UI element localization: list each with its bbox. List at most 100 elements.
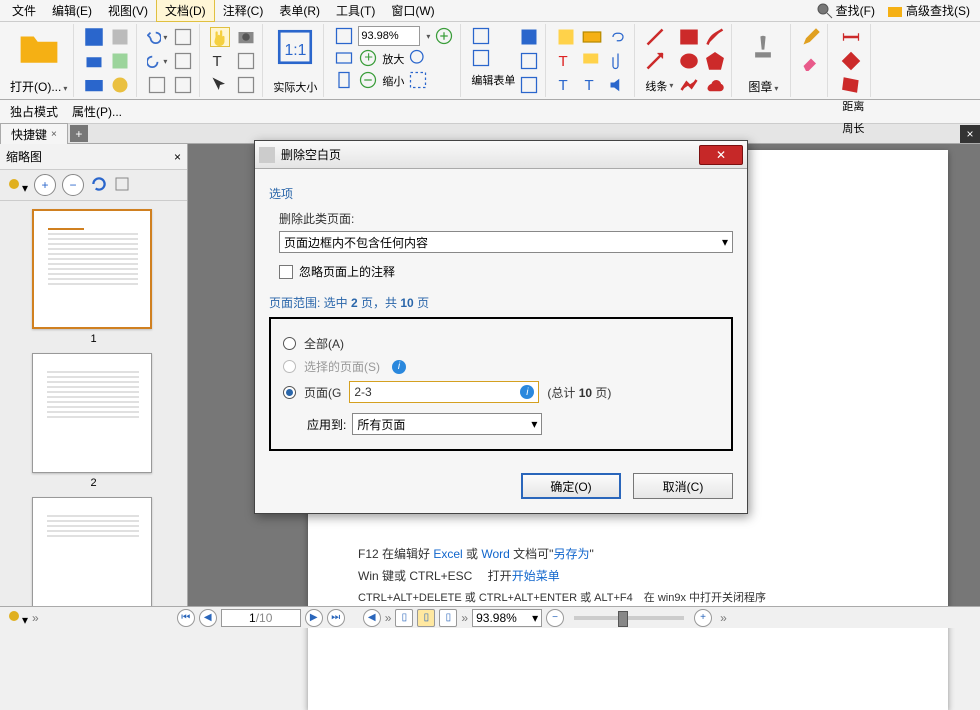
pencil-icon[interactable] <box>705 27 725 47</box>
typewriter-icon[interactable]: T <box>582 75 602 95</box>
nav-back-icon[interactable]: ◀ <box>363 609 381 627</box>
line-icon[interactable] <box>645 27 665 47</box>
zoom-tool-icon[interactable] <box>408 48 428 68</box>
form-c-icon[interactable] <box>519 27 539 47</box>
ignore-annots-check[interactable]: 忽略页面上的注释 <box>279 263 733 280</box>
tool-a-icon[interactable] <box>147 75 167 95</box>
zoom-input[interactable] <box>358 26 420 46</box>
polygon-icon[interactable] <box>705 51 725 71</box>
sidebar-more-icon[interactable] <box>114 176 130 195</box>
oval-icon[interactable] <box>679 51 699 71</box>
sidebar-gear-icon[interactable]: ▾ <box>6 176 28 195</box>
fit-width-icon[interactable] <box>334 48 354 68</box>
export-icon[interactable] <box>110 51 130 71</box>
ok-button[interactable]: 确定(O) <box>521 473 621 499</box>
cancel-button[interactable]: 取消(C) <box>633 473 733 499</box>
under-icon[interactable]: T <box>556 75 576 95</box>
menu-file[interactable]: 文件 <box>4 0 44 21</box>
prev-page-icon[interactable]: ◀ <box>199 609 217 627</box>
form-e-icon[interactable] <box>519 75 539 95</box>
tabs-close-all[interactable]: × <box>960 125 980 143</box>
menu-view[interactable]: 视图(V) <box>100 0 156 21</box>
info-icon[interactable]: i <box>392 360 406 374</box>
menu-form[interactable]: 表单(R) <box>271 0 328 21</box>
callout-icon[interactable] <box>582 51 602 71</box>
layout-single-icon[interactable]: ▯ <box>395 609 413 627</box>
sidebar-rotate-icon[interactable] <box>90 175 108 196</box>
arrow-icon[interactable] <box>645 51 665 71</box>
open-icon[interactable] <box>18 26 60 68</box>
tab-add[interactable]: + <box>70 125 88 142</box>
area-icon[interactable] <box>841 75 861 95</box>
next-page-icon[interactable]: ▶ <box>305 609 323 627</box>
realsize-icon[interactable]: 1:1 <box>274 26 316 68</box>
select-icon[interactable] <box>210 75 230 95</box>
tb-icon[interactable] <box>236 51 256 71</box>
menu-advfind[interactable]: 高级查找(S) <box>881 0 976 21</box>
sidebar-zoomin[interactable]: + <box>34 174 56 196</box>
hand-icon[interactable] <box>210 27 230 47</box>
fit-height-icon[interactable] <box>334 70 354 90</box>
rect-icon[interactable] <box>679 27 699 47</box>
distance-icon[interactable] <box>841 27 861 47</box>
snapshot-icon[interactable] <box>236 27 256 47</box>
sb-zoomin[interactable]: + <box>694 609 712 627</box>
properties-btn[interactable]: 属性(P)... <box>68 103 122 120</box>
layout-facing-icon[interactable]: ▯ <box>439 609 457 627</box>
highlight-icon[interactable] <box>556 27 576 47</box>
print-icon[interactable] <box>84 51 104 71</box>
form-d-icon[interactable] <box>519 51 539 71</box>
sb-zoomout[interactable]: − <box>546 609 564 627</box>
zoom-slider[interactable] <box>574 616 684 620</box>
form-a-icon[interactable] <box>471 26 491 46</box>
sidebar-zoomout[interactable]: − <box>62 174 84 196</box>
tc-icon[interactable] <box>236 75 256 95</box>
undo-icon[interactable]: ▾ <box>147 27 167 47</box>
pages-input[interactable]: 2-3i <box>349 381 539 403</box>
mail-icon[interactable] <box>84 75 104 95</box>
fit-page-icon[interactable] <box>334 26 354 46</box>
sb-zoom-input[interactable]: 93.98%▾ <box>472 609 542 627</box>
thumbnail-1[interactable]: 1 <box>32 209 156 345</box>
thumbnail-3[interactable] <box>32 497 156 606</box>
dialog-titlebar[interactable]: 删除空白页 ✕ <box>255 141 747 169</box>
menu-edit[interactable]: 编辑(E) <box>44 0 100 21</box>
sidebar-close-icon[interactable]: × <box>174 150 181 164</box>
thumbnails-list[interactable]: 1 2 <box>0 201 187 606</box>
first-page-icon[interactable]: ⏮ <box>177 609 195 627</box>
exclusive-mode[interactable]: 独占模式 <box>6 103 58 120</box>
tab-close-icon[interactable]: × <box>51 129 57 140</box>
link-icon[interactable] <box>608 27 628 47</box>
menu-tool[interactable]: 工具(T) <box>328 0 383 21</box>
dialog-close-button[interactable]: ✕ <box>699 145 743 165</box>
last-page-icon[interactable]: ⏭ <box>327 609 345 627</box>
zoom-plus-icon[interactable] <box>434 26 454 46</box>
zoom-marquee-icon[interactable] <box>408 70 428 90</box>
radio-all[interactable]: 全部(A) <box>283 335 719 352</box>
radio-pages[interactable]: 页面(G 2-3i (总计 10 页) <box>283 381 719 403</box>
sound-icon[interactable] <box>608 75 628 95</box>
form-b-icon[interactable] <box>471 48 491 68</box>
tool-b-icon[interactable] <box>173 27 193 47</box>
redo-icon[interactable]: ▾ <box>147 51 167 71</box>
sb-gear-icon[interactable]: ▾ <box>6 608 28 627</box>
tool-c-icon[interactable] <box>173 51 193 71</box>
zoom-minus-icon[interactable] <box>358 70 378 90</box>
settings-icon[interactable] <box>110 75 130 95</box>
edit-text-icon[interactable] <box>801 27 821 47</box>
menu-document[interactable]: 文档(D) <box>156 0 215 22</box>
eraser-icon[interactable] <box>801 51 821 71</box>
select-text-icon[interactable]: T <box>210 51 230 71</box>
info-icon[interactable]: i <box>520 385 534 399</box>
perimeter-icon[interactable] <box>841 51 861 71</box>
stamp-icon[interactable] <box>742 26 784 68</box>
zoom-inplus-icon[interactable]: + <box>358 48 378 68</box>
cloud-icon[interactable] <box>705 75 725 95</box>
tab-shortcut[interactable]: 快捷键× <box>0 123 68 145</box>
menu-comment[interactable]: 注释(C) <box>215 0 272 21</box>
attach-icon[interactable] <box>608 51 628 71</box>
polyline-icon[interactable] <box>679 75 699 95</box>
scan-icon[interactable] <box>110 27 130 47</box>
menu-window[interactable]: 窗口(W) <box>383 0 442 21</box>
apply-select[interactable]: 所有页面▾ <box>352 413 542 435</box>
